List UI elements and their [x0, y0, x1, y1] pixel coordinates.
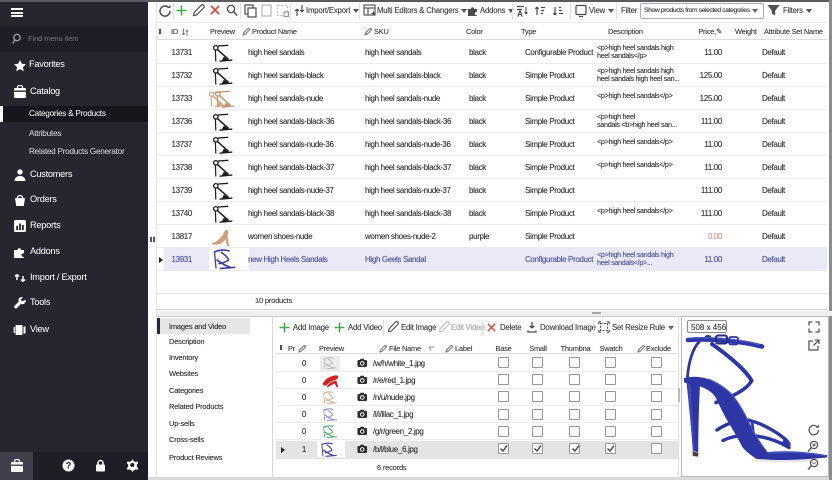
- svg-text:A: A: [517, 10, 523, 18]
- svg-text:?: ?: [66, 461, 72, 471]
